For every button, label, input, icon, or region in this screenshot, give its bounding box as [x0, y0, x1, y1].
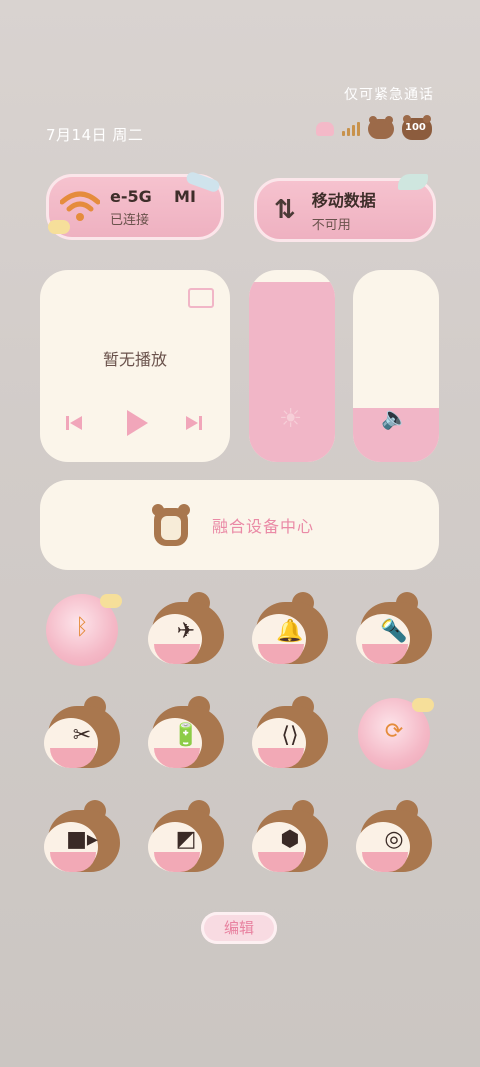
toggle-rotation[interactable]: ⟳ [356, 694, 434, 776]
status-icons: 100 [316, 115, 432, 140]
mobile-data-tile[interactable]: ⇅ 移动数据 不可用 [254, 174, 436, 242]
toggle-projection[interactable]: ◩ [148, 798, 226, 880]
projection-icon: ◩ [175, 826, 197, 852]
airplane-icon: ✈ [176, 618, 196, 644]
battery-level-text: 100 [405, 122, 426, 133]
mobile-data-status: 不可用 [311, 218, 351, 233]
toggle-airplane[interactable]: ✈ [148, 590, 226, 672]
volume-slider[interactable]: 🔈 [353, 270, 439, 462]
bell-icon: 🔔 [276, 618, 304, 644]
device-center-label: 融合设备中心 [212, 517, 315, 536]
brightness-fill [249, 281, 335, 462]
rotation-lock-icon: ⟳ [384, 718, 404, 744]
eye-comfort-icon: ◎ [384, 826, 404, 852]
toggle-bell[interactable]: 🔔 [252, 590, 330, 672]
sun-icon: ☀ [279, 404, 303, 434]
no-playback-text: 暂无播放 [102, 350, 167, 369]
bear-icon [368, 116, 394, 139]
hexagon-icon: ⬢ [280, 826, 300, 852]
cast-icon[interactable] [188, 288, 214, 308]
play-icon[interactable] [124, 408, 150, 438]
next-track-icon[interactable] [184, 413, 204, 433]
mobile-data-title: 移动数据 [311, 191, 376, 210]
toggle-flashlight[interactable]: 🔦 [356, 590, 434, 672]
wifi-status: 已连接 [110, 212, 150, 228]
wifi-icon [60, 191, 100, 221]
signal-icon [342, 122, 360, 136]
bluetooth-icon: ᛒ [75, 614, 89, 640]
battery-bear-icon: 100 [402, 115, 432, 140]
bow-decoration-icon [48, 220, 70, 234]
wifi-name: e-5G MI [110, 186, 196, 206]
toggle-share[interactable]: ⟨⟩ [252, 694, 330, 776]
heart-icon [316, 122, 334, 136]
toggle-bluetooth[interactable]: ᛒ [44, 590, 122, 672]
toggle-battery[interactable]: 🔋 [148, 694, 226, 776]
share-icon: ⟨⟩ [281, 722, 299, 748]
data-transfer-icon: ⇅ [274, 195, 296, 225]
leaf-decoration-icon [398, 174, 428, 190]
bear-mirror-icon [152, 504, 190, 546]
toggle-screenshot[interactable]: ✂ [44, 694, 122, 776]
toggle-eye-comfort[interactable]: ◎ [356, 798, 434, 880]
flashlight-icon: 🔦 [380, 618, 408, 644]
emergency-calls-only-text: 仅可紧急通话 [344, 87, 434, 103]
scissors-icon: ✂ [72, 722, 92, 748]
video-camera-icon: ■▸ [66, 826, 98, 852]
toggle-nfc[interactable]: ⬢ [252, 798, 330, 880]
media-player-card[interactable]: 暂无播放 [40, 270, 230, 462]
date-text: 7月14日 周二 [46, 126, 144, 144]
wifi-tile[interactable]: e-5G MI 已连接 [46, 170, 224, 240]
toggle-screen-record[interactable]: ■▸ [44, 798, 122, 880]
battery-saver-icon: 🔋 [172, 722, 200, 748]
previous-track-icon[interactable] [64, 413, 84, 433]
speaker-icon: 🔈 [381, 406, 409, 431]
edit-button[interactable]: 编辑 [201, 912, 277, 944]
brightness-slider[interactable]: ☀ [249, 270, 335, 462]
device-center-card[interactable]: 融合设备中心 [40, 480, 439, 570]
